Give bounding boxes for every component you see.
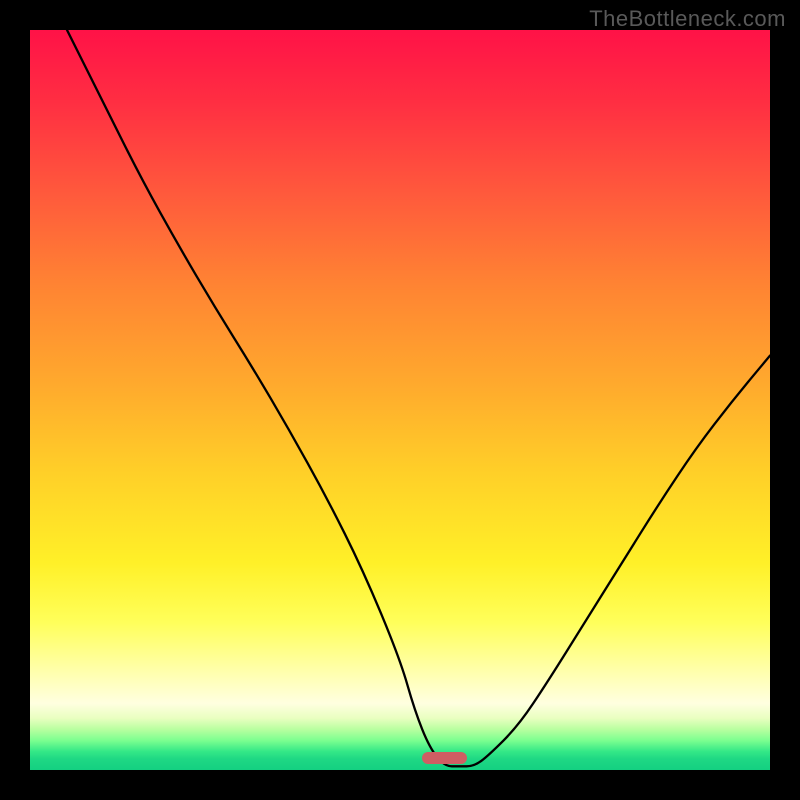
plot-area — [30, 30, 770, 770]
curve-svg — [30, 30, 770, 770]
chart-frame: TheBottleneck.com — [0, 0, 800, 800]
watermark-label: TheBottleneck.com — [589, 6, 786, 32]
bottleneck-curve — [67, 30, 770, 766]
optimal-notch — [422, 752, 466, 764]
